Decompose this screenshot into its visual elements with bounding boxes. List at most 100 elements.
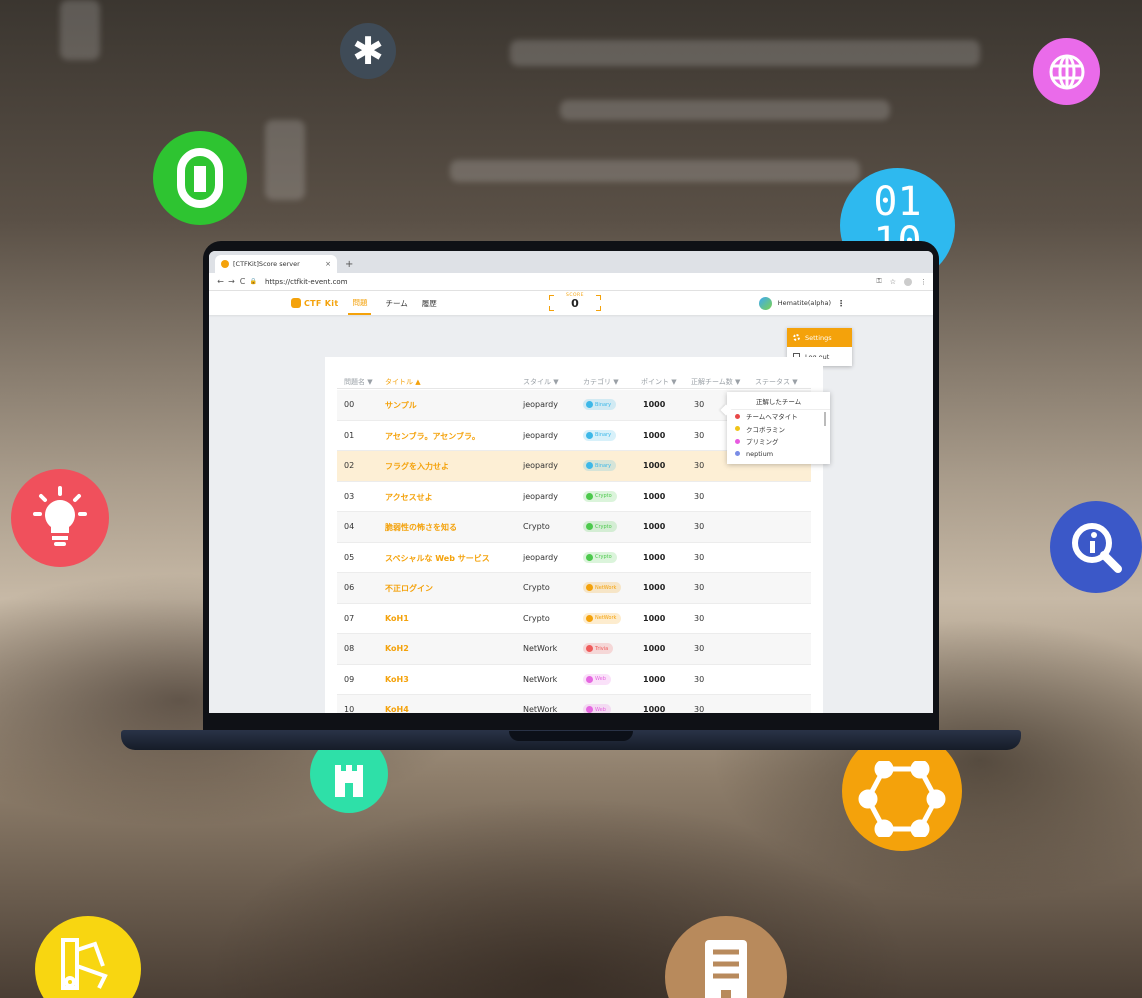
team-name: プリミング xyxy=(746,438,779,447)
challenge-points: 1000 xyxy=(643,400,666,409)
column-header-id[interactable]: 問題名 ▼ xyxy=(344,377,373,387)
user-name: Hematite(alpha) xyxy=(777,299,831,307)
avatar[interactable] xyxy=(758,296,772,310)
team-item[interactable]: チームヘマタイト xyxy=(727,410,830,423)
column-header-title[interactable]: タイトル ▲ xyxy=(385,377,421,387)
lock-icon: 🔒 xyxy=(249,278,258,285)
forward-icon[interactable]: → xyxy=(226,277,237,286)
table-row[interactable]: 04 脆弱性の怖さを知る Crypto Crypto 1000 30 xyxy=(337,512,811,543)
category-icon xyxy=(586,614,593,622)
gear-icon xyxy=(793,334,800,341)
solved-count[interactable]: 30 xyxy=(694,400,704,409)
solved-count[interactable]: 30 xyxy=(694,431,704,440)
reload-icon[interactable]: C xyxy=(237,277,248,286)
challenge-id: 09 xyxy=(344,674,355,684)
team-color-dot xyxy=(735,451,740,457)
browser-window: [CTFKit]Score server × + ← → C 🔒 https:/… xyxy=(209,251,933,713)
score-display: SCORE 0 xyxy=(549,293,601,313)
score-value: 0 xyxy=(571,297,579,310)
solved-teams-popup: 正解したチーム チームヘマタイトクコボラミン プリミング neptium xyxy=(720,392,830,464)
challenge-id: 07 xyxy=(344,613,355,623)
challenge-points: 1000 xyxy=(643,583,666,592)
team-item[interactable]: クコボラミン xyxy=(727,423,830,436)
app-logo[interactable]: CTF Kit xyxy=(291,298,338,308)
browser-tab-bar: [CTFKit]Score server × + xyxy=(209,251,933,273)
challenge-id: 06 xyxy=(344,583,355,592)
table-row[interactable]: 09 KoH3 NetWork Web 1000 30 xyxy=(337,665,811,695)
background-light xyxy=(450,160,860,182)
table-row[interactable]: 08 KoH2 NetWork Trivia 1000 30 xyxy=(337,634,811,665)
table-row[interactable]: 03 アクセスせよ jeopardy Crypto 1000 30 xyxy=(337,482,811,512)
challenge-title: 不正ログイン xyxy=(385,584,433,593)
category-label: Binary xyxy=(595,401,612,408)
background-light xyxy=(60,0,100,60)
category-label: Crypto xyxy=(595,554,612,560)
challenge-style: Crypto xyxy=(523,613,550,623)
solved-count[interactable]: 30 xyxy=(694,492,704,501)
url-field[interactable]: https://ctfkit-event.com xyxy=(265,278,868,286)
app-header: CTF Kit 問題 チーム 履歴 SCORE 0 Hematite(alpha… xyxy=(209,291,933,315)
challenge-title: KoH4 xyxy=(385,705,409,713)
globe-icon xyxy=(1033,38,1100,105)
background-light xyxy=(560,100,890,120)
table-row[interactable]: 05 スペシャルな Web サービス jeopardy Crypto 1000 30 xyxy=(337,543,811,573)
tab-history[interactable]: 履歴 xyxy=(422,291,437,315)
challenge-style: jeopardy xyxy=(523,461,558,470)
popup-title: 正解したチーム xyxy=(727,392,830,410)
category-badge: Trivia xyxy=(583,643,614,654)
column-header-solved[interactable]: 正解チーム数 ▼ xyxy=(691,377,740,387)
back-icon[interactable]: ← xyxy=(215,277,226,286)
challenge-points: 1000 xyxy=(643,491,666,501)
solved-count[interactable]: 30 xyxy=(694,522,704,531)
address-bar: ← → C 🔒 https://ctfkit-event.com ⚿ ☆ ⋮ xyxy=(209,273,933,291)
solved-count[interactable]: 30 xyxy=(694,675,704,684)
solved-count[interactable]: 30 xyxy=(694,644,704,653)
category-label: Web xyxy=(595,706,606,713)
star-icon[interactable]: ☆ xyxy=(890,278,896,286)
settings-label: Settings xyxy=(805,333,832,342)
popup-scrollbar[interactable] xyxy=(824,412,826,426)
table-row[interactable]: 06 不正ログイン Crypto NetWork 1000 30 xyxy=(337,573,811,604)
solved-count[interactable]: 30 xyxy=(694,705,704,713)
close-tab-icon[interactable]: × xyxy=(325,260,331,268)
browser-tab[interactable]: [CTFKit]Score server × xyxy=(215,255,337,273)
challenge-id: 03 xyxy=(344,491,355,501)
browser-menu-icon[interactable]: ⋮ xyxy=(920,278,927,286)
category-badge: NetWork xyxy=(583,612,622,624)
key-icon[interactable]: ⚿ xyxy=(876,277,881,286)
table-row[interactable]: 10 KoH4 NetWork Web 1000 30 xyxy=(337,695,811,713)
score-bracket xyxy=(596,295,601,300)
category-icon xyxy=(586,584,593,591)
user-menu-icon[interactable]: ⋮ xyxy=(837,299,845,308)
challenge-title: アセンブラ。アセンブラ。 xyxy=(385,431,480,441)
column-header-category[interactable]: カテゴリ ▼ xyxy=(583,377,619,387)
tab-teams[interactable]: チーム xyxy=(385,291,407,315)
challenge-points: 1000 xyxy=(643,430,666,440)
category-icon xyxy=(586,706,593,713)
category-label: Binary xyxy=(595,432,612,438)
category-badge: Web xyxy=(583,704,611,713)
team-item[interactable]: プリミング xyxy=(727,435,830,448)
team-name: クコボラミン xyxy=(746,425,785,434)
category-label: Crypto xyxy=(595,523,612,530)
profile-icon[interactable] xyxy=(904,277,912,286)
column-header-points[interactable]: ポイント ▼ xyxy=(641,377,677,387)
column-header-style[interactable]: スタイル ▼ xyxy=(523,377,559,387)
tab-challenges[interactable]: 問題 xyxy=(348,291,372,315)
tab-title: [CTFKit]Score server xyxy=(233,260,300,268)
logo-icon xyxy=(291,298,301,308)
challenge-title: KoH2 xyxy=(385,644,409,653)
team-item[interactable]: neptium xyxy=(727,448,830,461)
column-header-status[interactable]: ステータス ▼ xyxy=(755,377,798,387)
settings-menu-item[interactable]: Settings xyxy=(787,328,852,347)
solved-count[interactable]: 30 xyxy=(694,553,704,562)
category-badge: Web xyxy=(583,673,611,685)
solved-count[interactable]: 30 xyxy=(694,614,704,623)
table-row[interactable]: 07 KoH1 Crypto NetWork 1000 30 xyxy=(337,604,811,634)
solved-count[interactable]: 30 xyxy=(694,461,704,470)
new-tab-button[interactable]: + xyxy=(345,259,353,270)
solved-count[interactable]: 30 xyxy=(694,583,704,592)
challenge-style: NetWork xyxy=(523,705,558,713)
team-color-dot xyxy=(735,413,740,419)
user-menu[interactable]: Hematite(alpha) ⋮ xyxy=(758,291,845,315)
